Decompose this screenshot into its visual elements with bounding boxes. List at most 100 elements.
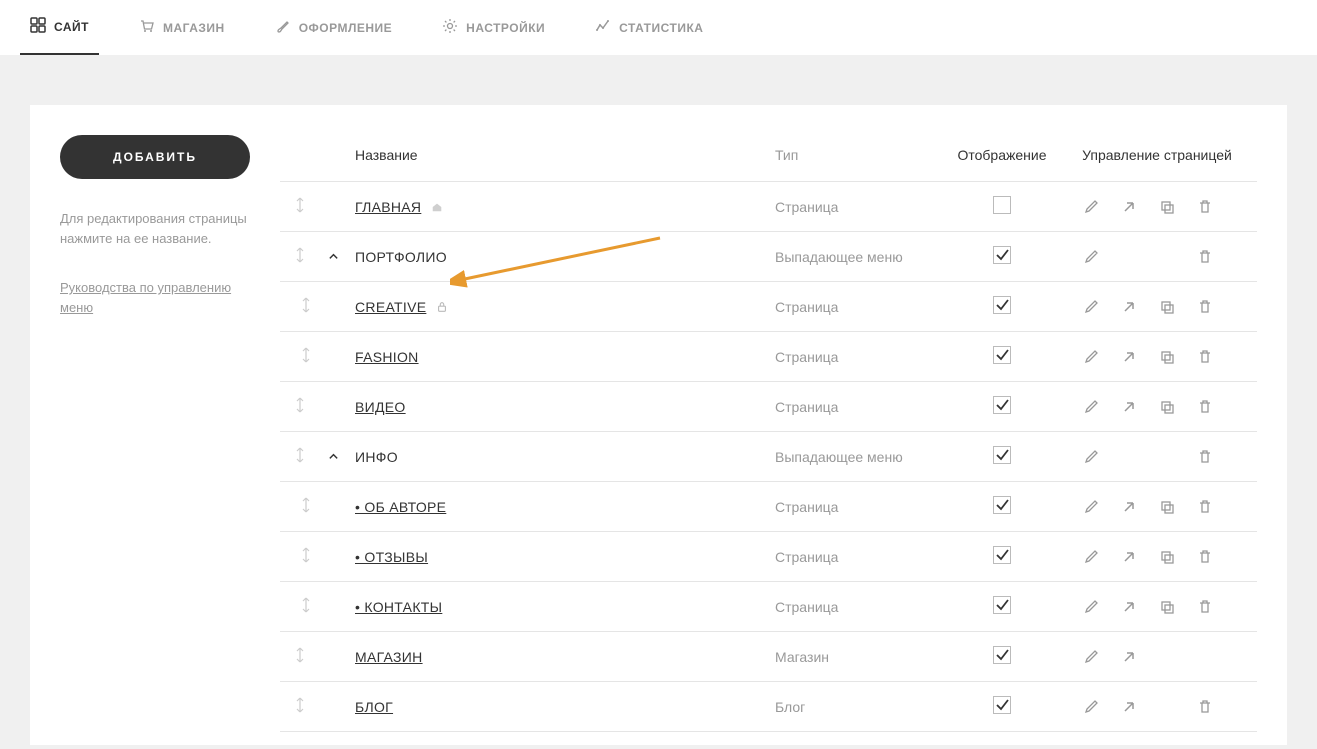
page-name-text: ПОРТФОЛИО [355, 249, 447, 265]
topnav-label: САЙТ [54, 20, 89, 34]
page-type: Магазин [767, 632, 947, 682]
visibility-checkbox[interactable] [993, 446, 1011, 464]
edit-button[interactable] [1083, 199, 1099, 215]
drag-handle-icon[interactable] [300, 346, 312, 367]
open-button[interactable] [1121, 299, 1137, 315]
pages-table: Название Тип Отображение Управление стра… [280, 135, 1257, 732]
delete-button[interactable] [1197, 499, 1213, 515]
cart-icon [139, 18, 155, 37]
stats-icon [595, 18, 611, 37]
edit-button[interactable] [1083, 649, 1099, 665]
table-row: • ОТЗЫВЫ Страница [280, 532, 1257, 582]
drag-handle-icon[interactable] [294, 396, 306, 417]
page-name-link[interactable]: • ОТЗЫВЫ [355, 549, 428, 565]
page-type: Блог [767, 682, 947, 732]
open-button[interactable] [1121, 649, 1137, 665]
page-name-link[interactable]: ГЛАВНАЯ [355, 199, 421, 215]
copy-button[interactable] [1159, 199, 1175, 215]
page-name-link[interactable]: ВИДЕО [355, 399, 406, 415]
copy-button[interactable] [1159, 399, 1175, 415]
pages-table-wrap: Название Тип Отображение Управление стра… [280, 105, 1287, 745]
topnav-item-settings[interactable]: НАСТРОЙКИ [432, 0, 555, 55]
add-button[interactable]: ДОБАВИТЬ [60, 135, 250, 179]
workspace: ДОБАВИТЬ Для редактирования страницы наж… [30, 105, 1287, 745]
page-type: Выпадающее меню [767, 232, 947, 282]
visibility-checkbox[interactable] [993, 296, 1011, 314]
copy-button[interactable] [1159, 349, 1175, 365]
delete-button[interactable] [1197, 399, 1213, 415]
visibility-checkbox[interactable] [993, 246, 1011, 264]
edit-button[interactable] [1083, 699, 1099, 715]
drag-handle-icon[interactable] [300, 546, 312, 567]
copy-button[interactable] [1159, 599, 1175, 615]
drag-handle-icon[interactable] [300, 496, 312, 517]
table-row: FASHIONСтраница [280, 332, 1257, 382]
drag-handle-icon[interactable] [294, 646, 306, 667]
guide-link[interactable]: Руководства по управлению меню [60, 278, 240, 317]
edit-button[interactable] [1083, 449, 1099, 465]
visibility-checkbox[interactable] [993, 496, 1011, 514]
delete-button[interactable] [1197, 249, 1213, 265]
edit-button[interactable] [1083, 349, 1099, 365]
topnav-item-site[interactable]: САЙТ [20, 0, 99, 55]
open-button[interactable] [1121, 399, 1137, 415]
topnav-item-design[interactable]: ОФОРМЛЕНИЕ [265, 0, 402, 55]
drag-handle-icon[interactable] [300, 296, 312, 317]
page-name-link[interactable]: • КОНТАКТЫ [355, 599, 442, 615]
brush-icon [275, 18, 291, 37]
page-name-link[interactable]: FASHION [355, 349, 419, 365]
open-button[interactable] [1121, 349, 1137, 365]
drag-handle-icon[interactable] [294, 246, 306, 267]
drag-handle-icon[interactable] [294, 696, 306, 717]
visibility-checkbox[interactable] [993, 696, 1011, 714]
edit-button[interactable] [1083, 249, 1099, 265]
visibility-checkbox[interactable] [993, 346, 1011, 364]
page-name-link[interactable]: CREATIVE [355, 299, 426, 315]
copy-button[interactable] [1159, 499, 1175, 515]
topnav-label: СТАТИСТИКА [619, 21, 703, 35]
open-button[interactable] [1121, 699, 1137, 715]
delete-button[interactable] [1197, 549, 1213, 565]
delete-button[interactable] [1197, 349, 1213, 365]
table-row: ВИДЕОСтраница [280, 382, 1257, 432]
page-type: Страница [767, 482, 947, 532]
page-type: Страница [767, 532, 947, 582]
edit-button[interactable] [1083, 399, 1099, 415]
chevron-up-icon[interactable] [328, 449, 339, 465]
copy-button[interactable] [1159, 549, 1175, 565]
chevron-up-icon[interactable] [328, 249, 339, 265]
page-name-link[interactable]: МАГАЗИН [355, 649, 423, 665]
table-row: БЛОГ Блог [280, 682, 1257, 732]
edit-button[interactable] [1083, 549, 1099, 565]
topnav-item-shop[interactable]: МАГАЗИН [129, 0, 235, 55]
drag-handle-icon[interactable] [300, 596, 312, 617]
edit-button[interactable] [1083, 299, 1099, 315]
page-type: Страница [767, 582, 947, 632]
topnav-item-stats[interactable]: СТАТИСТИКА [585, 0, 713, 55]
delete-button[interactable] [1197, 199, 1213, 215]
edit-button[interactable] [1083, 599, 1099, 615]
delete-button[interactable] [1197, 599, 1213, 615]
delete-button[interactable] [1197, 449, 1213, 465]
delete-button[interactable] [1197, 699, 1213, 715]
page-type: Страница [767, 182, 947, 232]
visibility-checkbox[interactable] [993, 596, 1011, 614]
grid-icon [30, 17, 46, 36]
drag-handle-icon[interactable] [294, 446, 306, 467]
open-button[interactable] [1121, 549, 1137, 565]
visibility-checkbox[interactable] [993, 546, 1011, 564]
table-row: • ОБ АВТОРЕ Страница [280, 482, 1257, 532]
delete-button[interactable] [1197, 299, 1213, 315]
open-button[interactable] [1121, 199, 1137, 215]
visibility-checkbox[interactable] [993, 396, 1011, 414]
copy-button[interactable] [1159, 299, 1175, 315]
open-button[interactable] [1121, 499, 1137, 515]
page-name-link[interactable]: • ОБ АВТОРЕ [355, 499, 446, 515]
open-button[interactable] [1121, 599, 1137, 615]
drag-handle-icon[interactable] [294, 196, 306, 217]
page-name-link[interactable]: БЛОГ [355, 699, 393, 715]
page-type: Страница [767, 282, 947, 332]
visibility-checkbox[interactable] [993, 646, 1011, 664]
visibility-checkbox[interactable] [993, 196, 1011, 214]
edit-button[interactable] [1083, 499, 1099, 515]
